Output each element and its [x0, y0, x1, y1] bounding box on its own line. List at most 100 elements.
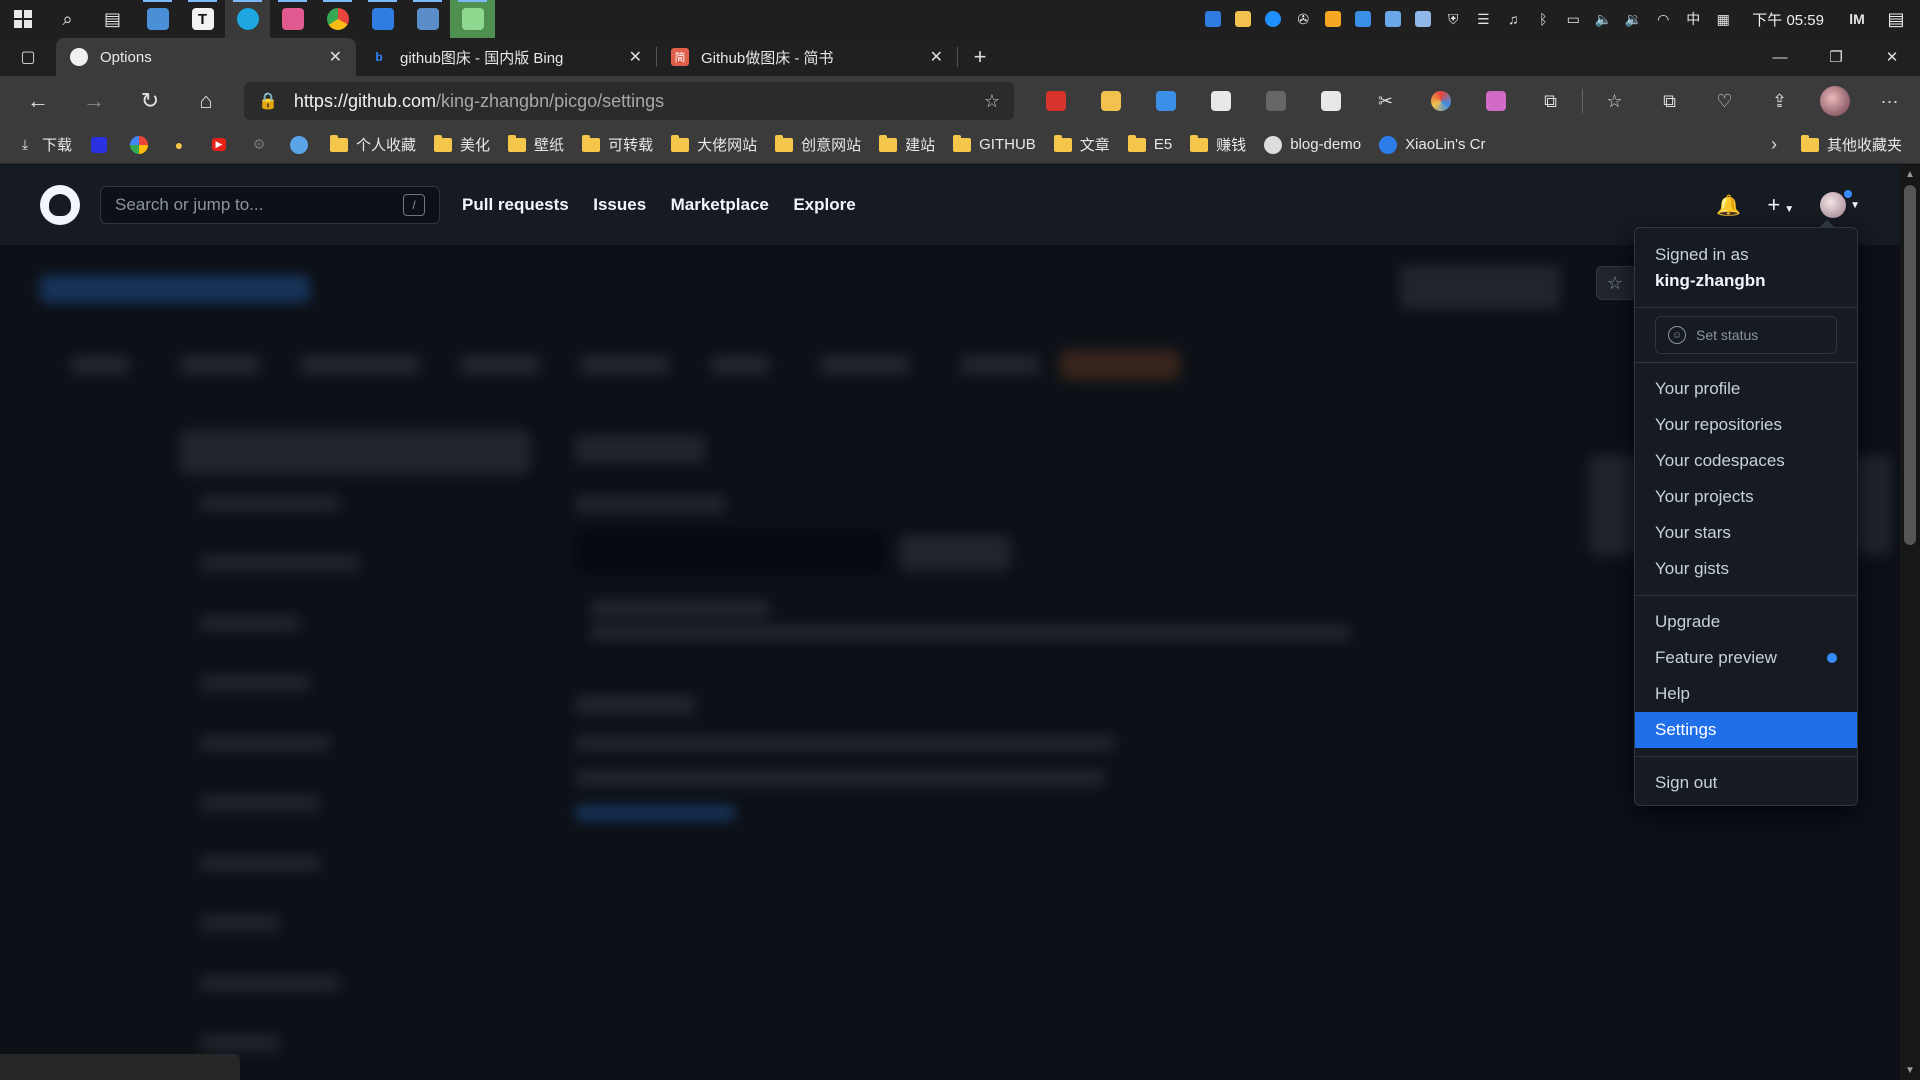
tray-app-3[interactable]	[1258, 0, 1288, 38]
menu-feature-preview[interactable]: Feature preview	[1635, 640, 1857, 676]
tab-jianshu[interactable]: 简 Github做图床 - 简书 ✕	[657, 38, 957, 76]
settings-more-button[interactable]: ···	[1862, 81, 1917, 121]
bookmark-item[interactable]: 建站	[879, 134, 935, 155]
tray-battery[interactable]: ▭	[1558, 0, 1588, 38]
menu-your-projects[interactable]: Your projects	[1635, 479, 1857, 515]
bookmark-item[interactable]: 个人收藏	[330, 134, 416, 155]
bookmark-item[interactable]	[290, 135, 316, 154]
forward-button[interactable]: →	[72, 83, 116, 119]
taskbar-app-remote[interactable]	[405, 0, 450, 38]
back-button[interactable]: ←	[16, 83, 60, 119]
tray-meter[interactable]: lM	[1842, 0, 1872, 38]
create-new-button[interactable]: + ▼	[1767, 192, 1794, 218]
scroll-down-arrow-icon[interactable]: ▼	[1900, 1065, 1920, 1076]
tray-ime[interactable]: 中	[1678, 0, 1708, 38]
tray-network-adapter[interactable]: ☰	[1468, 0, 1498, 38]
scroll-up-arrow-icon[interactable]: ▲	[1900, 169, 1920, 180]
nav-pull-requests[interactable]: Pull requests	[462, 195, 569, 214]
tray-app-8[interactable]	[1408, 0, 1438, 38]
taskbar-app-typora[interactable]: T	[180, 0, 225, 38]
bookmark-item[interactable]: ⤓ 下载	[16, 134, 72, 155]
add-favorite-icon[interactable]: ☆	[984, 91, 1000, 112]
bookmark-item[interactable]: E5	[1127, 134, 1172, 153]
address-bar[interactable]: 🔒 https://github.com/king-zhangbn/picgo/…	[244, 82, 1014, 120]
star-repo-button[interactable]: ☆	[1596, 266, 1634, 300]
menu-your-stars[interactable]: Your stars	[1635, 515, 1857, 551]
close-window-button[interactable]: ✕	[1864, 38, 1920, 76]
tray-defender[interactable]: ⛨	[1438, 0, 1468, 38]
scroll-thumb[interactable]	[1904, 185, 1916, 545]
user-menu-button[interactable]: ▼	[1820, 188, 1860, 218]
page-scrollbar[interactable]: ▲ ▼	[1900, 165, 1920, 1080]
tab-bing[interactable]: b github图床 - 国内版 Bing ✕	[356, 38, 656, 76]
nav-explore[interactable]: Explore	[793, 195, 855, 214]
extension-crop[interactable]	[1138, 81, 1193, 121]
minimize-button[interactable]: —	[1752, 38, 1808, 76]
close-tab-icon[interactable]: ✕	[329, 47, 342, 67]
close-tab-icon[interactable]: ✕	[930, 47, 943, 67]
bookmark-item[interactable]: ●	[170, 137, 196, 153]
bookmark-item[interactable]: 创意网站	[775, 134, 861, 155]
github-logo-icon[interactable]	[40, 185, 80, 225]
tab-options[interactable]: Options ✕	[56, 38, 356, 76]
github-search-input[interactable]: Search or jump to... /	[100, 186, 440, 224]
taskbar-clock[interactable]: 下午 05:59	[1738, 9, 1842, 30]
tray-app-1[interactable]	[1198, 0, 1228, 38]
extension-mercury[interactable]	[1193, 81, 1248, 121]
favorites-button[interactable]: ☆	[1587, 81, 1642, 121]
bookmark-item[interactable]: 壁纸	[508, 134, 564, 155]
task-view-button[interactable]: ▤	[90, 0, 135, 38]
tray-app-4[interactable]: ✇	[1288, 0, 1318, 38]
nav-marketplace[interactable]: Marketplace	[671, 195, 769, 214]
close-tab-icon[interactable]: ✕	[629, 47, 642, 67]
bookmark-item[interactable]	[90, 136, 116, 153]
tab-actions-button[interactable]: ▢	[0, 38, 56, 76]
menu-your-gists[interactable]: Your gists	[1635, 551, 1857, 587]
set-status-button[interactable]: ☺ Set status	[1655, 316, 1837, 354]
bookmark-item[interactable]: GITHUB	[953, 134, 1036, 153]
notifications-bell-icon[interactable]: 🔔	[1716, 193, 1741, 218]
extension-colorful[interactable]	[1413, 81, 1468, 121]
restore-button[interactable]: ❐	[1808, 38, 1864, 76]
tray-volume-1[interactable]: 🔈	[1588, 0, 1618, 38]
taskbar-search-button[interactable]: ⌕	[45, 0, 90, 38]
bookmark-item[interactable]: 美化	[434, 134, 490, 155]
extension-red[interactable]	[1028, 81, 1083, 121]
refresh-button[interactable]: ↻	[128, 83, 172, 119]
tray-music[interactable]: ♫	[1498, 0, 1528, 38]
extension-tampermonkey[interactable]	[1083, 81, 1138, 121]
bookmark-item[interactable]: 可转载	[582, 134, 653, 155]
tray-app-6[interactable]	[1348, 0, 1378, 38]
bookmark-item[interactable]	[130, 135, 156, 154]
home-button[interactable]: ⌂	[184, 83, 228, 119]
taskbar-app-blue[interactable]	[135, 0, 180, 38]
tray-ime-mode[interactable]: ▦	[1708, 0, 1738, 38]
menu-upgrade[interactable]: Upgrade	[1635, 604, 1857, 640]
bookmark-item[interactable]: 文章	[1053, 134, 1110, 155]
profile-button[interactable]	[1807, 81, 1862, 121]
bookmark-item[interactable]: blog-demo	[1264, 135, 1361, 154]
collections-button[interactable]: ⧉	[1642, 81, 1697, 121]
extensions-button[interactable]: ⧉	[1523, 81, 1578, 121]
menu-your-codespaces[interactable]: Your codespaces	[1635, 443, 1857, 479]
extension-note[interactable]	[1303, 81, 1358, 121]
nav-issues[interactable]: Issues	[593, 195, 646, 214]
tray-app-7[interactable]	[1378, 0, 1408, 38]
bookmark-item[interactable]: 赚钱	[1190, 134, 1246, 155]
chevron-right-icon[interactable]: ›	[1771, 134, 1777, 155]
bookmark-item[interactable]: ⚙	[250, 136, 276, 153]
tray-bluetooth[interactable]: ᛒ	[1528, 0, 1558, 38]
tray-app-5[interactable]	[1318, 0, 1348, 38]
extension-ink[interactable]	[1248, 81, 1303, 121]
tray-volume-2[interactable]: 🔉	[1618, 0, 1648, 38]
browser-essentials-button[interactable]: ♡	[1697, 81, 1752, 121]
start-button[interactable]	[0, 0, 45, 38]
bookmark-other-favorites[interactable]: 其他收藏夹	[1800, 134, 1902, 155]
taskbar-app-pink[interactable]	[270, 0, 315, 38]
taskbar-app-chrome[interactable]	[315, 0, 360, 38]
new-tab-button[interactable]: +	[958, 38, 1002, 76]
menu-your-profile[interactable]: Your profile	[1635, 371, 1857, 407]
taskbar-app-edge[interactable]	[225, 0, 270, 38]
notification-center-button[interactable]: ▤	[1872, 0, 1920, 38]
bookmark-item[interactable]: ▶	[210, 137, 236, 153]
